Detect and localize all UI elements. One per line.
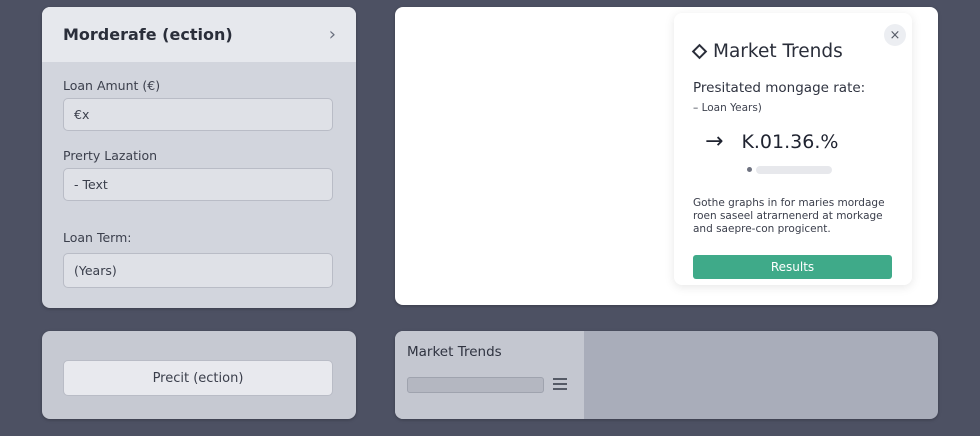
location-label: Prerty Lazation xyxy=(63,148,158,163)
progress-bar xyxy=(756,166,832,174)
trend-description: Gothe graphs in for maries mordage roen … xyxy=(693,197,885,235)
mortgage-form-panel: Morderafe (ection) › Loan Amunt (€) €x P… xyxy=(42,7,356,308)
diamond-icon xyxy=(691,43,708,60)
predict-button[interactable]: Precit (ection) xyxy=(63,360,333,396)
market-trends-bar[interactable] xyxy=(407,377,544,393)
form-title: Morderafe (ection) xyxy=(63,25,233,44)
action-panel: Precit (ection) xyxy=(42,331,356,419)
arrow-right-icon: → xyxy=(705,129,724,154)
results-button[interactable]: Results xyxy=(693,255,892,279)
form-header[interactable]: Morderafe (ection) › xyxy=(42,7,356,62)
loan-term-input[interactable]: (Years) xyxy=(63,253,333,288)
loan-years-sublabel: – Loan Years) xyxy=(693,102,762,114)
close-icon[interactable]: × xyxy=(884,24,906,46)
market-trends-title: Market Trends xyxy=(407,344,502,360)
rate-row: → K.01.36.% xyxy=(705,129,838,154)
progress-dot xyxy=(747,167,752,172)
market-trends-section: Market Trends xyxy=(395,331,584,419)
card-title: Market Trends xyxy=(691,41,843,62)
loan-term-label: Loan Term: xyxy=(63,230,132,245)
loan-amount-label: Loan Amunt (€) xyxy=(63,78,161,93)
rate-value: K.01.36.% xyxy=(741,130,839,153)
market-trends-panel: Market Trends xyxy=(395,331,938,419)
main-content-panel: × Market Trends Presitated mongage rate:… xyxy=(395,7,938,305)
chevron-right-icon[interactable]: › xyxy=(329,24,336,45)
market-trends-card: × Market Trends Presitated mongage rate:… xyxy=(674,13,912,285)
card-title-text: Market Trends xyxy=(713,41,843,62)
location-input[interactable]: - Text xyxy=(63,168,333,201)
loan-amount-input[interactable]: €x xyxy=(63,98,333,131)
menu-icon[interactable] xyxy=(553,378,567,390)
predicted-rate-label: Presitated mongage rate: xyxy=(693,80,866,96)
